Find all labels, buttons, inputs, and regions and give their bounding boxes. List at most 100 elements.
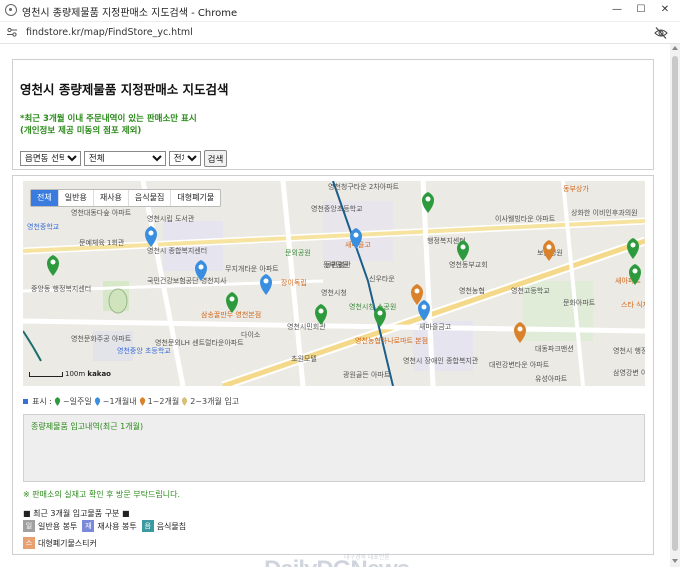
period-select[interactable]: 전체	[168, 151, 201, 166]
map-label: 영천중학교	[27, 223, 60, 231]
scroll-down-icon[interactable]	[672, 559, 678, 563]
general-bag-badge: 일	[23, 520, 35, 532]
map-label: 스타 식자재마트	[621, 301, 645, 309]
category-select[interactable]: 전체	[83, 151, 166, 166]
map-tab-food[interactable]: 음식물집	[129, 190, 172, 206]
result-panel: 전체 일반용 재사용 음식물집 대형폐기물 영천청구타운 2차아파트 동부상가 …	[12, 175, 654, 555]
map-tab-all[interactable]: 전체	[31, 190, 59, 206]
legend-month-label: ~1개월내	[102, 397, 137, 406]
map-label: 보훈병원	[537, 249, 563, 257]
scale-label: 100m	[65, 370, 86, 378]
map-label: 문외공원	[285, 249, 311, 257]
food-chip-label: 음식물칩	[156, 521, 187, 531]
map-label: 상화한 이비인후과의원	[571, 209, 638, 217]
map-label: 영천시립 도서관	[147, 215, 195, 223]
map-label: 영천문외LH 센트럴타운아파트	[155, 339, 244, 347]
maximize-button[interactable]: ☐	[630, 2, 652, 18]
map-label: 영천대동다숲 아파트	[71, 209, 132, 217]
types-title: ■ 최근 3개월 입고물품 구분 ■	[23, 509, 130, 518]
map-label: 삼영강변 아파트	[613, 369, 645, 377]
map-scale: 100m kakao	[29, 370, 111, 378]
reuse-bag-badge: 재	[82, 520, 95, 532]
map-label: 문예체육 1회관	[79, 239, 125, 247]
map-label: 영천중앙 초등학교	[117, 347, 171, 355]
url-text[interactable]: findstore.kr/map/FindStore_yc.html	[26, 27, 193, 38]
scroll-thumb[interactable]	[672, 56, 678, 551]
eye-slash-icon[interactable]	[654, 26, 668, 40]
map-label: 장이독립	[281, 279, 307, 287]
minimize-button[interactable]: —	[606, 2, 628, 18]
map-label: 광원골든 아파트	[343, 371, 391, 379]
map-label: 영천시청	[321, 289, 347, 297]
pin-blue-icon	[94, 397, 100, 406]
map-brand-logo: kakao	[87, 370, 111, 378]
stock-history-box: 종량제물품 입고내역(최근 1개월)	[23, 414, 645, 482]
map-category-tabs: 전체 일반용 재사용 음식물집 대형폐기물	[30, 189, 222, 207]
map-label: 영천고등학교	[511, 287, 550, 295]
window-titlebar: 영천시 종량제물품 지정판매소 지도검색 - Chrome — ☐ ✕	[0, 0, 680, 22]
map-label: 영천농협	[459, 287, 485, 295]
page-content: 영천시 종량제물품 지정판매소 지도검색 *최근 3개월 이내 주문내역이 있는…	[0, 44, 680, 567]
window-title: 영천시 종량제물품 지정판매소 지도검색 - Chrome	[22, 8, 238, 19]
map-label: 동부상가	[563, 185, 589, 193]
pin-orange-icon	[139, 397, 145, 406]
map-tab-general[interactable]: 일반용	[59, 190, 94, 206]
legend-1-2month-label: 1~2개월	[147, 397, 180, 406]
food-chip-badge: 음	[141, 520, 154, 532]
map-label: 영천시 행정복지센터	[613, 347, 645, 355]
notice-line-1: *최근 3개월 이내 주문내역이 있는 판매소만 표시	[20, 114, 197, 124]
page-title: 영천시 종량제물품 지정판매소 지도검색	[20, 82, 229, 97]
stock-history-label: 종량제물품 입고내역(최근 1개월)	[31, 422, 144, 431]
site-settings-icon[interactable]	[6, 26, 18, 38]
map-label: 대동파크맨션	[535, 345, 574, 353]
notice-line-2: (개인정보 제공 미동의 점포 제외)	[20, 126, 142, 136]
bulky-sticker-label: 대형폐기물스티커	[38, 538, 97, 548]
watermark-subtext: 대구경북 대표언론	[344, 555, 390, 561]
watermark-logo: DailyDGNews 대구경북 대표언론	[264, 555, 410, 567]
map-label: 행정복지센터	[427, 237, 466, 245]
legend-week-label: ~일주일	[62, 397, 92, 406]
pin-tan-icon	[182, 397, 188, 406]
map-label: 문화아파트	[563, 299, 596, 307]
map-label: 새마을고	[345, 241, 371, 249]
address-bar[interactable]: findstore.kr/map/FindStore_yc.html	[0, 22, 680, 44]
map-label: 삼송꿀만두 영천본점	[201, 311, 262, 319]
map-label: 이사웰빙타운 아파트	[495, 215, 556, 223]
reuse-bag-label: 재사용 봉투	[97, 521, 137, 531]
map-label: 영천중앙초등학교	[311, 205, 363, 213]
general-bag-label: 일반용 봉투	[38, 521, 78, 531]
pin-legend: 표시 : ~일주일 ~1개월내 1~2개월 2~3개월 입고	[23, 396, 239, 407]
map-label: 동편별관	[325, 261, 351, 269]
map-label: 영천청구타운 2차아파트	[328, 183, 400, 191]
map-label: 영천시민회관	[287, 323, 326, 331]
types-row: 일 일반용 봉투 재 재사용 봉투 음 음식물칩	[23, 520, 186, 532]
close-button[interactable]: ✕	[654, 2, 676, 18]
map-label: 다이소	[241, 331, 261, 339]
map-tab-reuse[interactable]: 재사용	[94, 190, 129, 206]
legend-2-3month-label: 2~3개월 입고	[190, 397, 240, 406]
map-label: 유성아파트	[535, 375, 568, 383]
search-button[interactable]: 검색	[203, 150, 228, 167]
map-label: 새아파트	[615, 277, 641, 285]
map-label: 초원모텔	[291, 355, 317, 363]
legend-prefix: 표시 :	[32, 397, 52, 406]
verify-note: ※ 판매소의 실재고 확인 후 방문 부탁드립니다.	[23, 490, 180, 499]
map-label: 무지개타운 아파트	[225, 265, 279, 273]
map-label: 신우타운	[369, 275, 395, 283]
district-select[interactable]: 읍면동 선택	[20, 151, 81, 166]
filter-controls: 읍면동 선택 전체 전체 검색	[20, 150, 228, 167]
map-label: 영천농협하나로마트 본점	[355, 337, 429, 345]
scroll-up-icon[interactable]	[672, 46, 678, 50]
map-label: 중앙동 행정복지센터	[31, 285, 92, 293]
pin-green-icon	[54, 397, 61, 406]
map-label: 영천동부교회	[449, 261, 488, 269]
vertical-scrollbar[interactable]	[670, 44, 680, 567]
store-map[interactable]: 전체 일반용 재사용 음식물집 대형폐기물 영천청구타운 2차아파트 동부상가 …	[23, 181, 645, 386]
chrome-app-icon	[5, 4, 17, 16]
types-row-2: 스 대형폐기물스티커	[23, 537, 97, 549]
search-panel: 영천시 종량제물품 지정판매소 지도검색 *최근 3개월 이내 주문내역이 있는…	[12, 59, 654, 170]
bulky-sticker-badge: 스	[23, 537, 35, 549]
map-label: 국민건강보험공단 영천지사	[147, 277, 227, 285]
map-label: 영천시 장애인 종합복지관	[403, 357, 479, 365]
map-tab-bulky[interactable]: 대형폐기물	[171, 190, 220, 206]
